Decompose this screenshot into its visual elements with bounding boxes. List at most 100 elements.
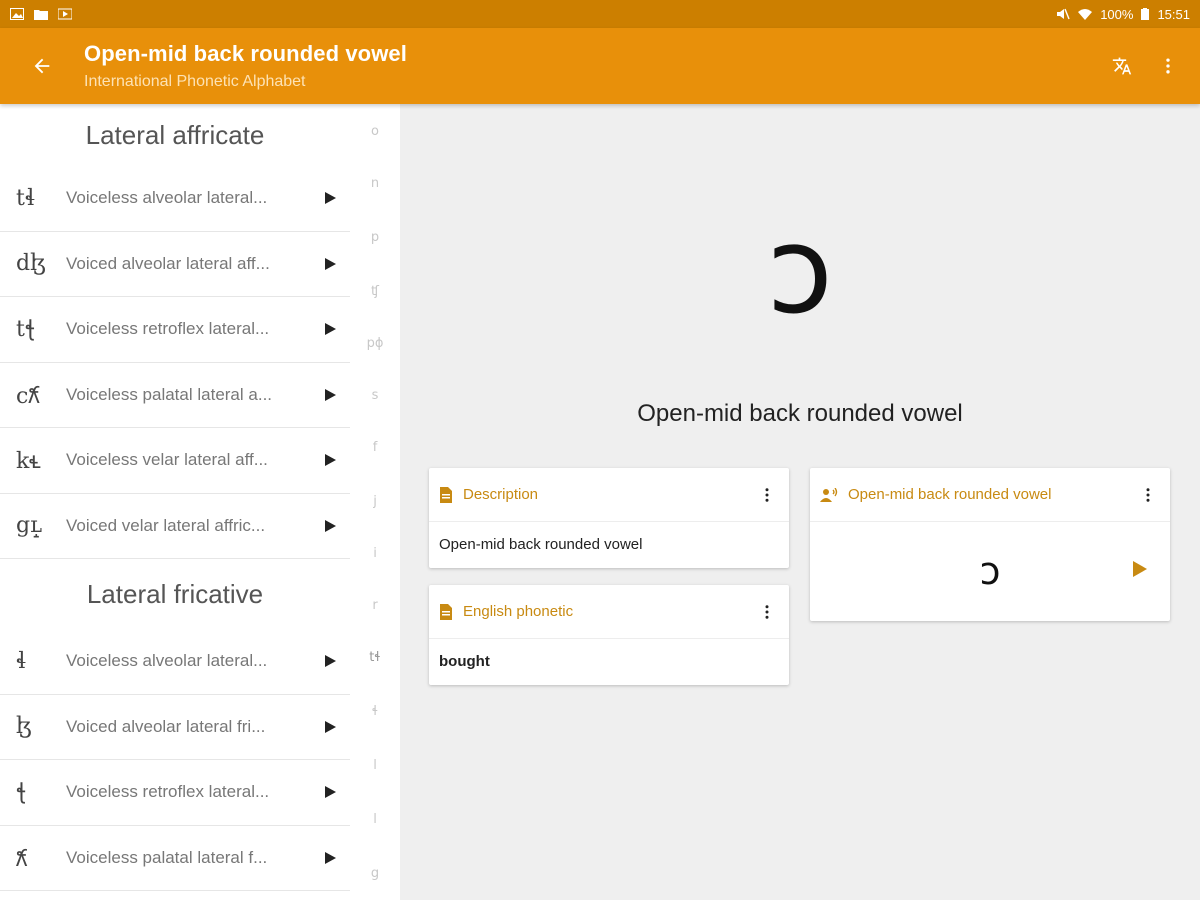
english-phonetic-card: English phonetic bought [429,585,789,685]
index-letter[interactable]: ɬ [350,704,400,719]
app-bar: Open-mid back rounded vowel Internationa… [0,28,1200,104]
symbol-list[interactable]: Lateral affricate tɬ Voiceless alveolar … [0,104,350,891]
english-phonetic-title: English phonetic [463,603,574,620]
play-button[interactable] [310,322,350,336]
document-icon [440,486,452,503]
list-item[interactable]: 𝼆 Voiceless palatal lateral f... [0,826,350,891]
play-icon [325,454,336,467]
clock: 15:51 [1157,6,1190,22]
play-button[interactable] [310,519,350,533]
list-item-label: Voiceless alveolar lateral... [66,188,268,208]
more-vert-icon [765,487,769,502]
list-item-label: Voiced alveolar lateral fri... [66,716,266,736]
more-vert-icon [1146,487,1150,502]
audio-card: Open-mid back rounded vowel ɔ [810,468,1170,621]
play-icon [1133,561,1147,577]
play-button[interactable] [310,388,350,402]
index-letter[interactable]: n [350,176,400,191]
play-button[interactable] [310,720,350,734]
index-letter[interactable]: l [350,812,400,827]
list-item[interactable]: c𝼆 Voiceless palatal lateral a... [0,363,350,428]
play-button[interactable] [310,257,350,271]
play-icon [325,720,336,733]
mute-icon [1057,8,1070,20]
play-store-icon [58,8,72,20]
play-icon [325,323,336,336]
play-button[interactable] [310,191,350,205]
index-letter[interactable]: pɸ [350,336,400,351]
list-item-label: Voiceless velar lateral aff... [66,450,268,470]
index-letter[interactable]: ʧ [350,284,400,299]
page-subtitle: International Phonetic Alphabet [84,73,306,90]
more-vert-icon [1166,58,1170,74]
translate-icon [1112,57,1132,75]
description-value: Open-mid back rounded vowel [439,535,643,553]
index-letter[interactable]: tɬ [350,650,400,665]
play-icon [325,786,336,799]
list-item[interactable]: ɬ Voiceless alveolar lateral... [0,629,350,695]
index-letter[interactable]: l [350,758,400,773]
index-letter[interactable]: f [350,440,400,455]
list-item[interactable]: dɮ Voiced alveolar lateral aff... [0,232,350,297]
list-item-label: Voiced velar lateral affric... [66,515,266,535]
play-button[interactable] [310,654,350,668]
overflow-menu-button[interactable] [1152,50,1184,82]
detail-panel: ɔ Open-mid back rounded vowel Descriptio… [400,104,1200,900]
back-button[interactable] [0,28,84,104]
symbol-list-panel: Lateral affricate tɬ Voiceless alveolar … [0,104,400,900]
list-item-label: Voiceless retroflex lateral... [66,782,270,802]
gallery-icon [10,8,24,20]
audio-play-button[interactable] [1132,560,1148,583]
list-item-label: Voiceless palatal lateral f... [66,847,268,867]
list-item-symbol: ɮ [16,714,32,740]
list-item-symbol: ɬ [16,648,26,674]
more-vert-icon [765,604,769,619]
index-letter[interactable]: j [350,494,400,509]
list-item-symbol: 𝼆 [16,846,28,872]
wifi-icon [1078,9,1093,20]
list-item[interactable]: ɮ Voiced alveolar lateral fri... [0,695,350,760]
index-letter[interactable]: o [350,124,400,139]
section-header-lateral-affricate: Lateral affricate [85,119,265,150]
list-item-label: Voiceless palatal lateral a... [66,384,273,404]
list-item-symbol: tɬ [16,185,35,211]
page-title: Open-mid back rounded vowel [84,41,407,66]
play-button[interactable] [310,851,350,865]
audio-card-symbol: ɔ [979,549,1001,593]
description-card: Description Open-mid back rounded vowel [429,468,789,568]
audio-card-title: Open-mid back rounded vowel [848,486,1052,503]
play-icon [325,192,336,205]
arrow-back-icon [34,58,50,74]
play-icon [325,257,336,270]
list-item[interactable]: gʟ̝ Voiced velar lateral affric... [0,494,350,559]
list-item-label: Voiced alveolar lateral aff... [66,253,270,273]
play-icon [325,519,336,532]
battery-icon [1141,8,1150,20]
translate-button[interactable] [1106,50,1138,82]
description-menu-button[interactable] [755,483,779,507]
index-letter[interactable]: p [350,230,400,245]
play-button[interactable] [310,453,350,467]
alphabet-index-scroller[interactable]: o n p ʧ pɸ s f j i r tɬ ɬ l l g [350,104,400,900]
index-letter[interactable]: s [350,388,400,403]
list-item-symbol: dɮ [16,251,46,277]
list-item[interactable]: tꞎ Voiceless retroflex lateral... [0,297,350,363]
english-phonetic-menu-button[interactable] [755,600,779,624]
list-item[interactable]: k𝼄 Voiceless velar lateral aff... [0,428,350,494]
list-item[interactable]: tɬ Voiceless alveolar lateral... [0,166,350,232]
list-item-symbol: ꞎ [16,779,27,805]
audio-card-menu-button[interactable] [1136,483,1160,507]
list-item-label: Voiceless retroflex lateral... [66,319,270,339]
list-item-symbol: k𝼄 [16,449,41,475]
description-title: Description [463,486,539,503]
list-item[interactable]: ꞎ Voiceless retroflex lateral... [0,760,350,826]
english-phonetic-value: bought [439,652,490,670]
play-icon [325,388,336,401]
index-letter[interactable]: g [350,866,400,881]
index-letter[interactable]: r [350,598,400,613]
section-header-lateral-fricative: Lateral fricative [86,578,264,609]
play-icon [325,851,336,864]
status-bar: 100% 15:51 [0,0,1200,28]
play-button[interactable] [310,785,350,799]
index-letter[interactable]: i [350,546,400,561]
